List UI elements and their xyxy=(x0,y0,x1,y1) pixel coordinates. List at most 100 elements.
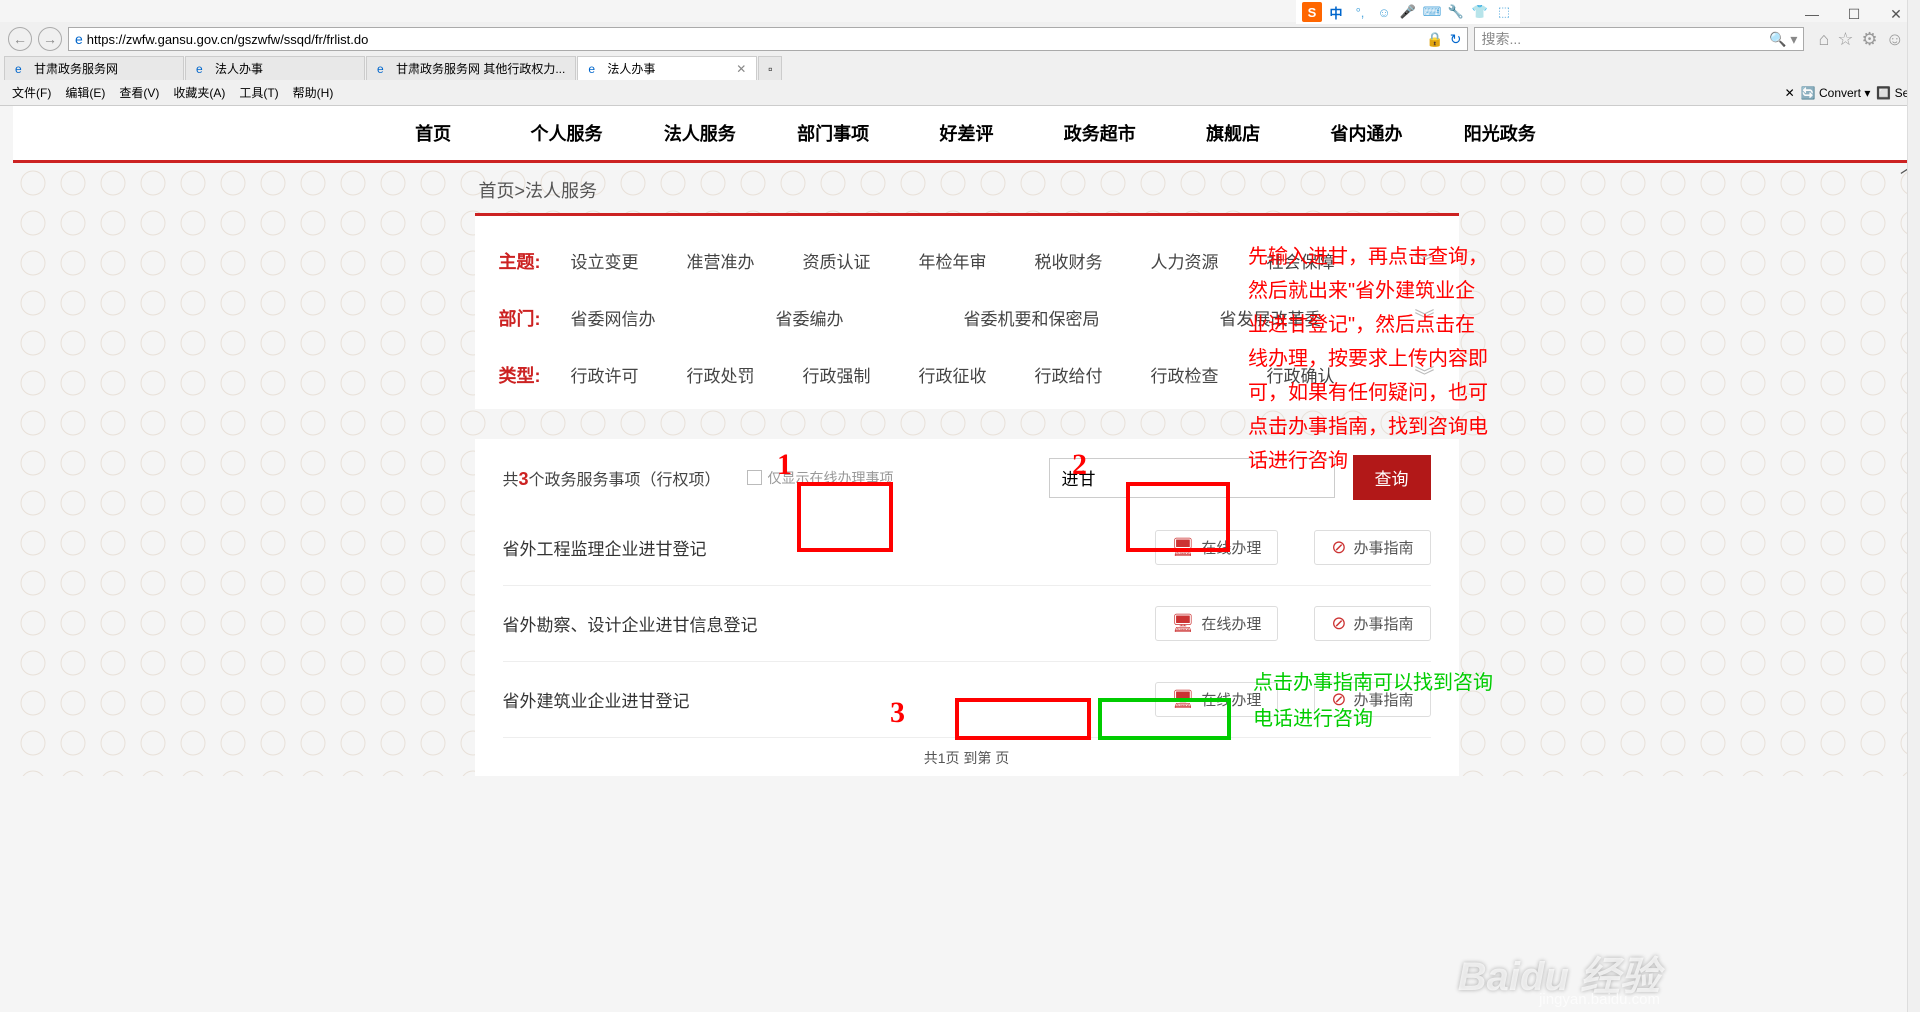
maximize-button[interactable]: ☐ xyxy=(1842,4,1866,24)
filter-dept-label: 部门: xyxy=(499,305,571,331)
compass-icon: ⊘ xyxy=(1331,613,1346,634)
filter-opt[interactable]: 设立变更 xyxy=(571,248,639,273)
ime-emoji-icon[interactable]: ☺ xyxy=(1374,2,1394,22)
online-only-checkbox[interactable]: 仅显示在线办理事项 xyxy=(747,468,894,488)
nav-market[interactable]: 政务超市 xyxy=(1033,106,1166,160)
guide-button[interactable]: ⊘办事指南 xyxy=(1314,606,1430,641)
filter-opt[interactable]: 省委机要和保密局 xyxy=(964,305,1100,330)
main-nav: 首页 个人服务 法人服务 部门事项 好差评 政务超市 旗舰店 省内通办 阳光政务 xyxy=(13,106,1920,163)
favorites-icon[interactable]: ☆ xyxy=(1837,29,1853,50)
extension-close-icon[interactable]: ✕ xyxy=(1785,86,1795,100)
nav-province[interactable]: 省内通办 xyxy=(1300,106,1433,160)
tabs-bar: e甘肃政务服务网 e法人办事 e甘肃政务服务网 其他行政权力... e法人办事✕… xyxy=(0,56,1920,80)
convert-button[interactable]: 🔄 Convert ▾ xyxy=(1801,86,1871,100)
nav-home[interactable]: 首页 xyxy=(367,106,500,160)
settings-icon[interactable]: ⚙ xyxy=(1861,29,1877,50)
nav-flagship[interactable]: 旗舰店 xyxy=(1166,106,1299,160)
url-text: https://zwfw.gansu.gov.cn/gszwfw/ssqd/fr… xyxy=(87,32,1420,47)
annotation-num-3: 3 xyxy=(890,696,905,730)
menu-edit[interactable]: 编辑(E) xyxy=(61,82,109,103)
checkbox-icon xyxy=(747,470,762,485)
breadcrumb[interactable]: 首页>法人服务 xyxy=(475,163,1459,213)
filter-opt[interactable]: 行政征收 xyxy=(919,362,987,387)
menu-tools[interactable]: 工具(T) xyxy=(235,82,282,103)
filter-opt[interactable]: 行政检查 xyxy=(1151,362,1219,387)
menu-file[interactable]: 文件(F) xyxy=(8,82,55,103)
ime-zhong-icon[interactable]: 中 xyxy=(1326,2,1346,22)
back-button[interactable]: ← xyxy=(8,27,32,51)
annotation-num-2: 2 xyxy=(1072,448,1087,482)
ime-menu-icon[interactable]: ⬚ xyxy=(1494,2,1514,22)
filter-opt[interactable]: 行政许可 xyxy=(571,362,639,387)
compass-icon: ⊘ xyxy=(1331,537,1346,558)
ime-toolbar: S 中 °, ☺ 🎤 ⌨ 🔧 👕 ⬚ xyxy=(1296,0,1520,24)
ime-skin-icon[interactable]: 👕 xyxy=(1470,2,1490,22)
result-title[interactable]: 省外勘察、设计企业进甘信息登记 xyxy=(503,611,758,636)
tab-3[interactable]: e法人办事✕ xyxy=(577,56,757,80)
browser-chrome: ← → e https://zwfw.gansu.gov.cn/gszwfw/s… xyxy=(0,22,1920,106)
tab-0[interactable]: e甘肃政务服务网 xyxy=(4,56,184,80)
tab-2[interactable]: e甘肃政务服务网 其他行政权力... xyxy=(366,56,576,80)
ime-logo-icon: S xyxy=(1302,2,1322,22)
nav-legal[interactable]: 法人服务 xyxy=(633,106,766,160)
guide-button[interactable]: ⊘办事指南 xyxy=(1314,530,1430,565)
ie-icon: e xyxy=(75,31,83,47)
smile-icon[interactable]: ☺ xyxy=(1886,29,1904,50)
ime-punct-icon[interactable]: °, xyxy=(1350,2,1370,22)
ime-tool-icon[interactable]: 🔧 xyxy=(1446,2,1466,22)
refresh-icon[interactable]: ↻ xyxy=(1450,31,1462,48)
ime-mic-icon[interactable]: 🎤 xyxy=(1398,2,1418,22)
monitor-icon: 🖥 xyxy=(1172,689,1195,710)
filter-topic-label: 主题: xyxy=(499,248,571,274)
tab-close-icon[interactable]: ✕ xyxy=(736,62,746,76)
watermark-url: jingyan.baidu.com xyxy=(1539,991,1660,1008)
close-button[interactable]: ✕ xyxy=(1884,4,1908,24)
filter-opt[interactable]: 行政处罚 xyxy=(687,362,755,387)
annotation-note-1: 先输入进甘，再点击查询，然后就出来"省外建筑业企业进甘登记"，然后点击在线办理，… xyxy=(1248,240,1488,478)
window-controls: — ☐ ✕ xyxy=(1796,0,1912,28)
online-process-button[interactable]: 🖥在线办理 xyxy=(1155,530,1279,565)
filter-opt[interactable]: 准营准办 xyxy=(687,248,755,273)
filter-opt[interactable]: 行政给付 xyxy=(1035,362,1103,387)
menu-bar: 文件(F) 编辑(E) 查看(V) 收藏夹(A) 工具(T) 帮助(H) ✕ 🔄… xyxy=(0,80,1920,105)
nav-dept[interactable]: 部门事项 xyxy=(766,106,899,160)
results-count: 共3个政务服务事项（行权项） xyxy=(503,466,721,490)
home-icon[interactable]: ⌂ xyxy=(1818,29,1829,50)
browser-search-input[interactable]: 搜索... 🔍 ▾ xyxy=(1474,27,1804,51)
filter-opt[interactable]: 省委编办 xyxy=(776,305,844,330)
result-item: 省外工程监理企业进甘登记 🖥在线办理 ⊘办事指南 xyxy=(503,510,1431,586)
menu-help[interactable]: 帮助(H) xyxy=(289,82,338,103)
menu-favorites[interactable]: 收藏夹(A) xyxy=(169,82,229,103)
lock-icon[interactable]: 🔒 xyxy=(1426,31,1443,48)
scrollbar[interactable] xyxy=(1907,0,1920,1012)
tab-icon: e xyxy=(15,62,29,76)
ime-keyboard-icon[interactable]: ⌨ xyxy=(1422,2,1442,22)
menu-view[interactable]: 查看(V) xyxy=(115,82,163,103)
filter-type-label: 类型: xyxy=(499,362,571,388)
annotation-note-2: 点击办事指南可以找到咨询电话进行咨询 xyxy=(1253,665,1493,737)
monitor-icon: 🖥 xyxy=(1172,613,1195,634)
tab-icon: e xyxy=(196,62,210,76)
filter-opt[interactable]: 行政强制 xyxy=(803,362,871,387)
nav-sunshine[interactable]: 阳光政务 xyxy=(1433,106,1566,160)
filter-opt[interactable]: 人力资源 xyxy=(1151,248,1219,273)
tab-1[interactable]: e法人办事 xyxy=(185,56,365,80)
monitor-icon: 🖥 xyxy=(1172,537,1195,558)
new-tab-button[interactable]: ▫ xyxy=(758,56,782,80)
filter-opt[interactable]: 税收财务 xyxy=(1035,248,1103,273)
nav-review[interactable]: 好差评 xyxy=(900,106,1033,160)
tab-icon: e xyxy=(588,62,602,76)
minimize-button[interactable]: — xyxy=(1800,4,1824,24)
result-title[interactable]: 省外工程监理企业进甘登记 xyxy=(503,535,707,560)
result-title[interactable]: 省外建筑业企业进甘登记 xyxy=(503,687,690,712)
filter-opt[interactable]: 省委网信办 xyxy=(571,305,656,330)
nav-personal[interactable]: 个人服务 xyxy=(500,106,633,160)
annotation-num-1: 1 xyxy=(777,448,792,482)
tab-icon: e xyxy=(377,62,391,76)
pagination: 共1页 到第 页 xyxy=(503,738,1431,768)
filter-opt[interactable]: 资质认证 xyxy=(803,248,871,273)
online-process-button[interactable]: 🖥在线办理 xyxy=(1155,606,1279,641)
address-bar[interactable]: e https://zwfw.gansu.gov.cn/gszwfw/ssqd/… xyxy=(68,27,1468,51)
forward-button[interactable]: → xyxy=(38,27,62,51)
filter-opt[interactable]: 年检年审 xyxy=(919,248,987,273)
